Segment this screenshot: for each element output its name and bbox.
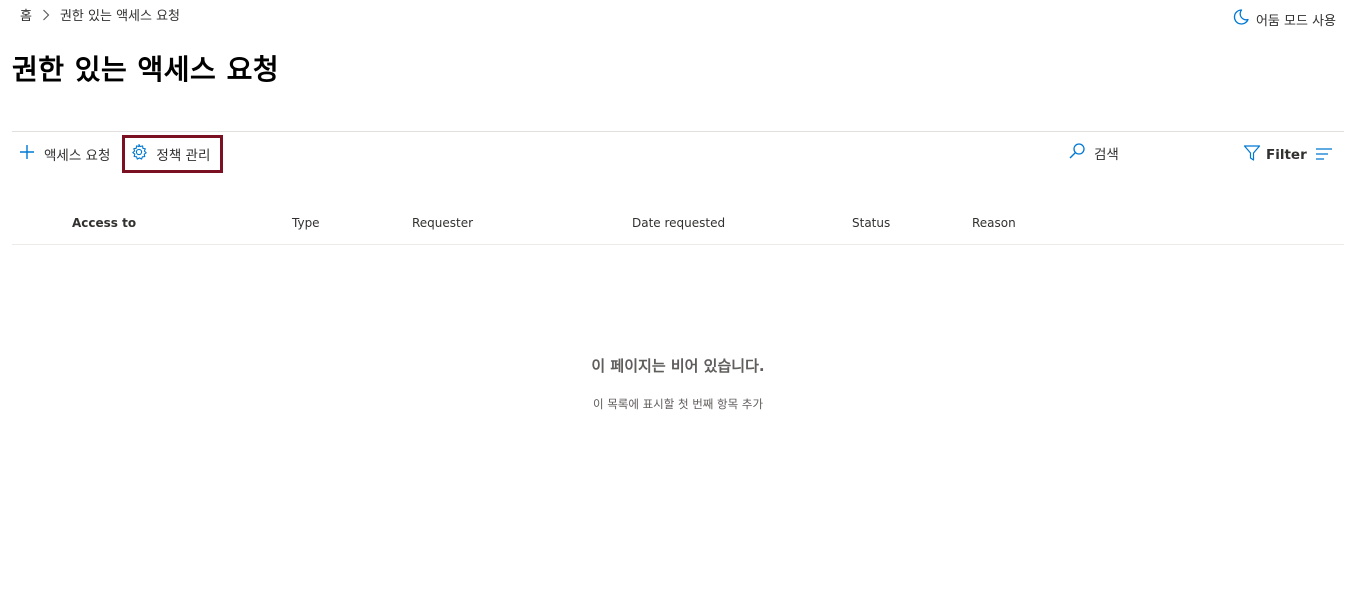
divider — [12, 131, 1344, 132]
search-box[interactable]: 검색 — [1068, 142, 1119, 164]
breadcrumb-home[interactable]: 홈 — [20, 5, 32, 24]
filter-label: Filter — [1266, 147, 1307, 163]
request-access-label: 액세스 요청 — [44, 148, 111, 164]
dark-mode-toggle[interactable]: 어둠 모드 사용 — [1232, 8, 1336, 30]
plus-icon — [18, 143, 36, 165]
page: 홈 권한 있는 액세스 요청 어둠 모드 사용 권한 있는 액세스 요청 액세스… — [0, 0, 1364, 611]
page-title: 권한 있는 액세스 요청 — [12, 53, 280, 86]
manage-policy-button[interactable]: 정책 관리 — [122, 135, 224, 173]
table-header: Access to Type Requester Date requested … — [12, 206, 1344, 245]
request-access-button[interactable]: 액세스 요청 — [18, 135, 118, 173]
filter-button[interactable]: Filter — [1243, 144, 1307, 166]
manage-policy-label: 정책 관리 — [156, 148, 211, 164]
empty-state-title: 이 페이지는 비어 있습니다. — [591, 357, 765, 375]
column-header-access-to[interactable]: Access to — [72, 216, 136, 230]
column-header-status[interactable]: Status — [852, 216, 890, 230]
breadcrumb-current: 권한 있는 액세스 요청 — [59, 9, 181, 24]
search-label: 검색 — [1094, 147, 1119, 163]
column-header-type[interactable]: Type — [292, 216, 320, 230]
moon-icon — [1232, 8, 1250, 30]
empty-state: 이 페이지는 비어 있습니다. 이 목록에 표시할 첫 번째 항목 추가 — [0, 355, 1356, 412]
filter-icon — [1243, 144, 1261, 166]
column-header-reason[interactable]: Reason — [972, 216, 1016, 230]
lines-icon[interactable] — [1315, 146, 1333, 165]
dark-mode-label: 어둠 모드 사용 — [1255, 13, 1336, 29]
column-header-date-requested[interactable]: Date requested — [632, 216, 725, 230]
column-header-requester[interactable]: Requester — [412, 216, 473, 230]
command-bar: 액세스 요청 정책 관리 — [18, 134, 224, 174]
breadcrumb: 홈 권한 있는 액세스 요청 — [20, 5, 180, 24]
gear-icon — [130, 143, 148, 165]
search-icon — [1068, 142, 1086, 164]
empty-state-subtitle: 이 목록에 표시할 첫 번째 항목 추가 — [592, 397, 764, 411]
chevron-right-icon — [42, 9, 50, 21]
